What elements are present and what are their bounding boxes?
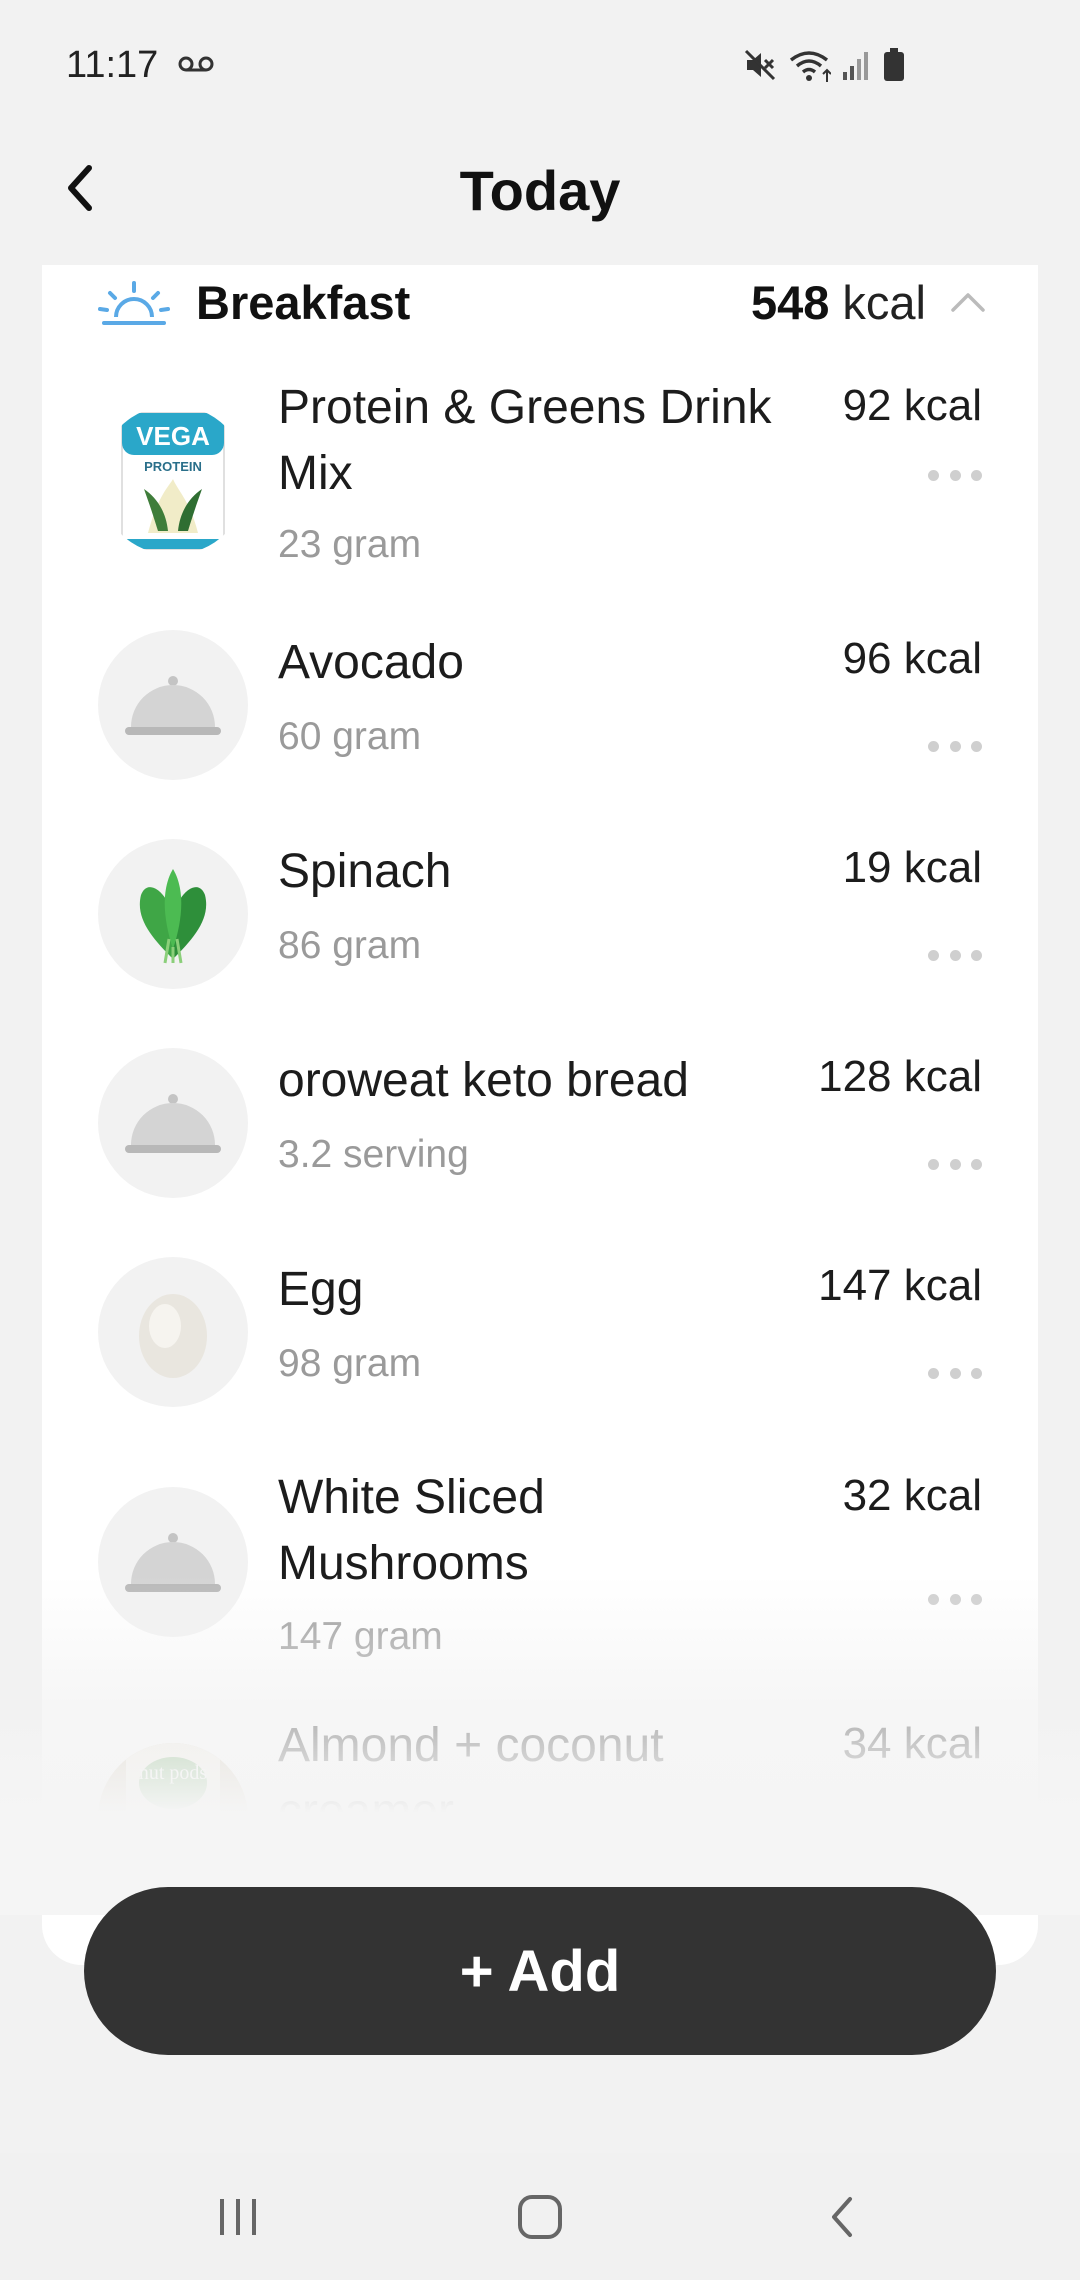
food-name: Almond + coconut creamer — [278, 1719, 664, 1838]
egg-graphic — [139, 1294, 207, 1378]
food-item[interactable]: Avocado 60 gram 96 kcal — [42, 630, 1038, 830]
food-quantity: 23 gram — [278, 523, 422, 566]
wifi-icon — [789, 51, 831, 82]
mute-icon — [744, 49, 776, 81]
nutpods-logo-text: nut pods — [139, 1762, 208, 1784]
header: Today — [0, 130, 1080, 255]
system-nav-bar — [0, 2153, 1080, 2280]
nutpods-product-image: nut pods CREAMER — [98, 1743, 248, 1893]
cloche-icon — [98, 630, 248, 780]
food-kcal: 34 kcal — [842, 1719, 982, 1768]
spinach-graphic — [139, 869, 207, 964]
food-kcal: 147 kcal — [818, 1261, 982, 1310]
more-options-button[interactable] — [928, 734, 982, 758]
food-quantity: 3.2 serving — [278, 1133, 469, 1176]
egg-image — [98, 1257, 248, 1407]
signal-icon — [843, 52, 868, 80]
nutpods-product-graphic: nut pods CREAMER — [98, 1743, 248, 1893]
more-options-button[interactable] — [928, 1152, 982, 1176]
food-item[interactable]: White Sliced Mushrooms 147 gram 32 kcal — [42, 1465, 1038, 1705]
food-kcal: 32 kcal — [842, 1471, 982, 1520]
food-name: Protein & Greens Drink Mix — [278, 381, 772, 500]
vega-logo-text: VEGA — [136, 421, 210, 451]
food-item[interactable]: oroweat keto bread 3.2 serving 128 kcal — [42, 1048, 1038, 1248]
food-kcal: 128 kcal — [818, 1052, 982, 1101]
meal-card: Breakfast 548 kcal VEGA PROTEIN Protein … — [42, 265, 1038, 1965]
cloche-graphic — [125, 1533, 221, 1592]
food-name: oroweat keto bread — [278, 1054, 689, 1107]
food-quantity: 60 gram — [278, 715, 422, 758]
food-quantity: 147 gram — [278, 1615, 443, 1658]
food-name: Spinach — [278, 845, 452, 898]
more-options-button[interactable] — [928, 943, 982, 967]
home-icon[interactable] — [516, 2193, 564, 2241]
more-options-button[interactable] — [928, 1587, 982, 1611]
add-food-button[interactable]: + Add — [84, 1887, 996, 2055]
vega-product-image: VEGA PROTEIN — [98, 405, 248, 555]
food-item[interactable]: Spinach 86 gram 19 kcal — [42, 839, 1038, 1039]
food-name: White Sliced Mushrooms — [278, 1471, 545, 1590]
food-quantity: 86 gram — [278, 924, 422, 967]
more-options-button[interactable] — [928, 463, 982, 487]
nutpods-label-text: CREAMER — [138, 1828, 208, 1844]
more-options-button[interactable] — [928, 1361, 982, 1385]
cloche-graphic — [125, 676, 221, 735]
page-title: Today — [459, 159, 621, 222]
page: 11:17 Today Breakfast 548 kcal VEGA PROT… — [0, 0, 1080, 2280]
food-item[interactable]: VEGA PROTEIN Protein & Greens Drink Mix … — [42, 375, 1038, 605]
food-name: Egg — [278, 1263, 364, 1316]
cloche-icon — [98, 1487, 248, 1637]
back-icon[interactable] — [826, 2193, 858, 2241]
status-icons — [743, 48, 905, 82]
food-kcal: 92 kcal — [842, 381, 982, 430]
status-time: 11:17 — [66, 44, 159, 86]
food-item[interactable]: Egg 98 gram 147 kcal — [42, 1257, 1038, 1457]
food-kcal: 96 kcal — [842, 634, 982, 683]
cloche-graphic — [125, 1094, 221, 1153]
battery-icon — [884, 48, 904, 81]
voicemail-icon — [178, 56, 214, 72]
spinach-image — [98, 839, 248, 989]
recent-apps-icon[interactable] — [216, 2197, 260, 2237]
food-name: Avocado — [278, 636, 464, 689]
vega-product-graphic: VEGA PROTEIN — [121, 412, 225, 550]
food-quantity: 98 gram — [278, 1342, 422, 1385]
more-options-button[interactable] — [928, 1835, 982, 1859]
cloche-icon — [98, 1048, 248, 1198]
status-bar: 11:17 — [0, 0, 1080, 130]
food-list: VEGA PROTEIN Protein & Greens Drink Mix … — [42, 265, 1038, 1965]
vega-label-text: PROTEIN — [144, 459, 202, 474]
food-kcal: 19 kcal — [842, 843, 982, 892]
